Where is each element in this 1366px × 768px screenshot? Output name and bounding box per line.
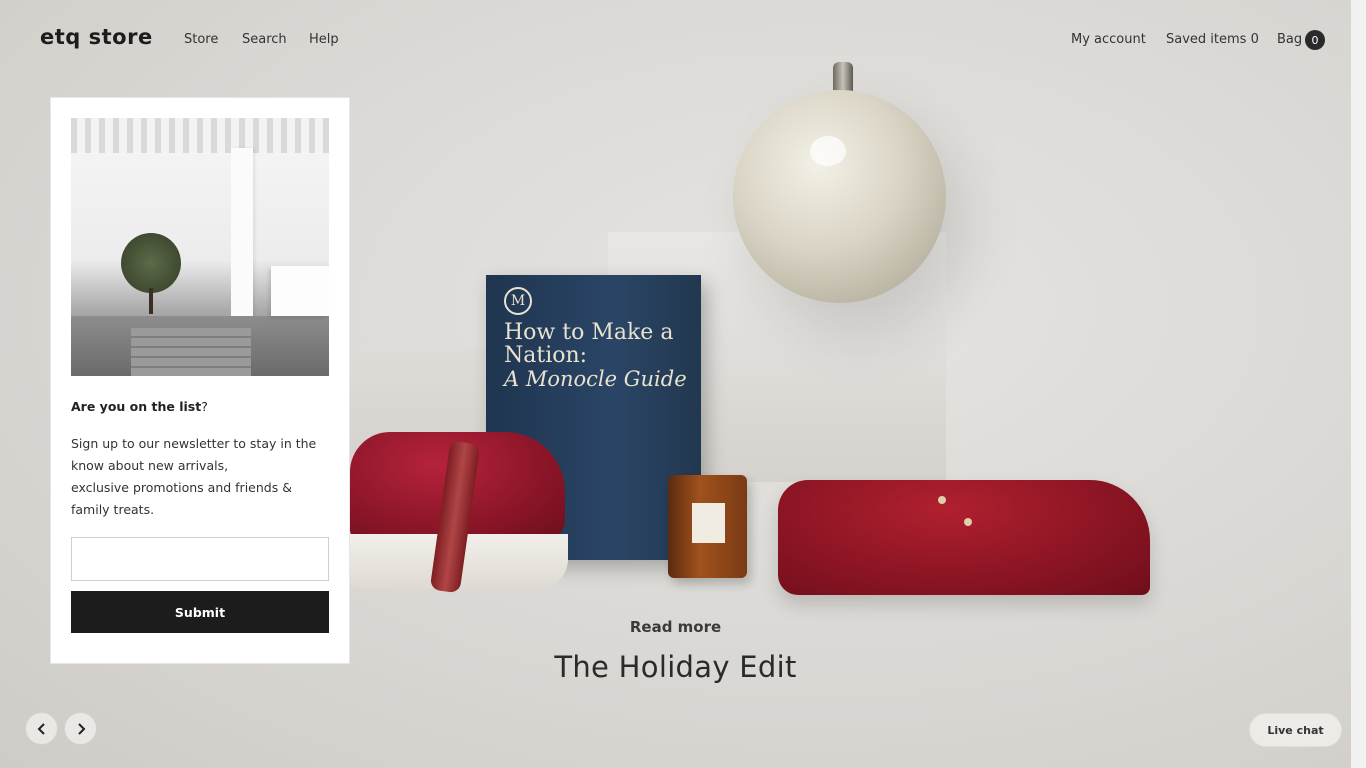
newsletter-card: Are you on the list? Sign up to our news…: [50, 97, 350, 664]
newsletter-heading-end: ?: [201, 399, 208, 414]
newsletter-text-line: exclusive promotions and friends & famil…: [71, 480, 292, 517]
candle-image: [668, 475, 747, 578]
chevron-left-icon: [37, 722, 45, 735]
ornament-highlight: [810, 136, 846, 166]
my-account-link[interactable]: My account: [1071, 32, 1146, 47]
bag-link[interactable]: Bag: [1277, 32, 1302, 47]
saved-items-link[interactable]: Saved items 0: [1166, 32, 1259, 47]
next-slide-button[interactable]: [64, 712, 97, 745]
logo[interactable]: etq store: [40, 25, 153, 49]
nav-search[interactable]: Search: [242, 32, 287, 47]
photo-trunk: [149, 288, 153, 314]
book-subtitle: A Monocle Guide: [504, 367, 687, 391]
scrollbar[interactable]: [1351, 0, 1366, 768]
store-interior-image: [71, 118, 329, 376]
shirt-button: [964, 518, 972, 526]
newsletter-text-line: Sign up to our newsletter to stay in the…: [71, 436, 317, 473]
book-title: How to Make a Nation:: [504, 320, 674, 368]
photo-column: [231, 148, 253, 323]
prev-slide-button[interactable]: [25, 712, 58, 745]
read-more-link[interactable]: Read more: [350, 618, 1001, 636]
newsletter-heading: Are you on the list?: [71, 399, 208, 414]
photo-steps: [131, 328, 251, 376]
newsletter-heading-bold: Are you on the list: [71, 399, 202, 414]
shoe-image: [350, 432, 570, 594]
email-input[interactable]: [71, 537, 329, 581]
nav-store[interactable]: Store: [184, 32, 218, 47]
newsletter-description: Sign up to our newsletter to stay in the…: [71, 433, 333, 521]
shirt-image: [778, 480, 1150, 595]
photo-desk: [271, 266, 329, 316]
submit-button[interactable]: Submit: [71, 591, 329, 633]
live-chat-button[interactable]: Live chat: [1249, 713, 1342, 747]
ornament-image: [733, 90, 946, 303]
hero-title: The Holiday Edit: [554, 650, 797, 684]
nav-help[interactable]: Help: [309, 32, 339, 47]
bag-count-badge: 0: [1305, 30, 1325, 50]
photo-tree: [121, 233, 181, 293]
book-logo: M: [504, 287, 532, 315]
photo-ceiling: [71, 118, 329, 153]
shirt-button: [938, 496, 946, 504]
chevron-right-icon: [77, 722, 85, 735]
candle-label: [692, 503, 725, 543]
